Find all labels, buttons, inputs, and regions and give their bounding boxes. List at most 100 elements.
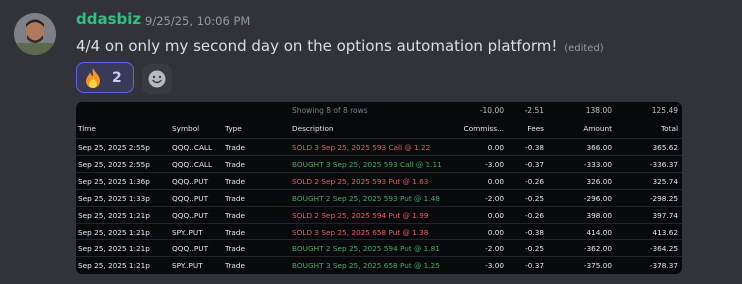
cell-type: Trade: [225, 210, 245, 220]
cell-total: -298.25: [649, 193, 678, 203]
total-amount: 138.00: [585, 106, 612, 115]
cell-total: 413.62: [652, 227, 678, 237]
col-total[interactable]: Total: [661, 124, 678, 133]
totals-row: Showing 8 of 8 rows -10.00 -2.51 138.00 …: [76, 106, 682, 118]
cell-fees: -0.37: [525, 159, 544, 169]
cell-total: -336.37: [649, 159, 678, 169]
cell-fees: -0.25: [525, 193, 544, 203]
message-content: 4/4 on only my second day on the options…: [76, 37, 558, 55]
cell-total: -378.37: [649, 261, 678, 271]
avatar[interactable]: [14, 13, 56, 55]
col-time[interactable]: Time: [78, 124, 96, 133]
col-fees[interactable]: Fees: [527, 124, 544, 133]
trade-history-screenshot[interactable]: Showing 8 of 8 rows -10.00 -2.51 138.00 …: [76, 102, 682, 274]
cell-description: SOLD 2 Sep 25, 2025 593 Put @ 1.63: [292, 176, 429, 186]
cell-type: Trade: [225, 143, 245, 152]
table-row[interactable]: Sep 25, 2025 2:55p QQQ..CALL Trade SOLD 3 S…: [76, 138, 682, 156]
cell-commission: -2.00: [485, 244, 504, 254]
total-fees: -2.51: [524, 106, 544, 115]
reaction-count: 2: [112, 69, 122, 86]
cell-amount: -333.00: [583, 159, 612, 169]
cell-time: Sep 25, 2025 2:55p: [78, 159, 150, 169]
cell-type: Trade: [225, 193, 245, 203]
cell-symbol: QQQ..PUT: [172, 193, 209, 203]
cell-total: 365.62: [652, 143, 678, 152]
fire-reaction-button[interactable]: 2: [76, 62, 134, 93]
cell-commission: 0.00: [487, 227, 504, 237]
table-header: Time Symbol Type Description Commiss... …: [76, 120, 682, 137]
cell-description: SOLD 3 Sep 25, 2025 658 Put @ 1.38: [292, 227, 429, 237]
cell-total: -364.25: [649, 244, 678, 254]
col-description[interactable]: Description: [292, 124, 334, 133]
cell-amount: 398.00: [586, 210, 612, 220]
cell-symbol: QQQ..CALL: [172, 143, 213, 152]
cell-time: Sep 25, 2025 2:55p: [78, 143, 150, 152]
cell-amount: -375.00: [583, 261, 612, 271]
cell-commission: -3.00: [485, 159, 504, 169]
row-count-label: Showing 8 of 8 rows: [292, 106, 368, 115]
cell-time: Sep 25, 2025 1:33p: [78, 193, 150, 203]
cell-total: 325.74: [652, 176, 678, 186]
smiley-icon: [148, 70, 166, 88]
cell-commission: 0.00: [487, 210, 504, 220]
timestamp: 9/25/25, 10:06 PM: [145, 14, 251, 28]
cell-commission: -2.00: [485, 193, 504, 203]
cell-type: Trade: [225, 159, 245, 169]
total-commission: -10.00: [479, 106, 504, 115]
cell-amount: 326.00: [586, 176, 612, 186]
cell-amount: 414.00: [586, 227, 612, 237]
cell-description: BOUGHT 3 Sep 25, 2025 593 Call @ 1.11: [292, 159, 442, 169]
cell-symbol: SPY..PUT: [172, 261, 203, 271]
cell-commission: -3.00: [485, 261, 504, 271]
cell-fees: -0.37: [525, 261, 544, 271]
cell-type: Trade: [225, 261, 245, 271]
cell-fees: -0.26: [525, 210, 544, 220]
total-total: 125.49: [651, 106, 678, 115]
cell-fees: -0.38: [525, 143, 544, 152]
cell-amount: -362.00: [583, 244, 612, 254]
col-amount[interactable]: Amount: [583, 124, 612, 133]
cell-fees: -0.26: [525, 176, 544, 186]
cell-description: SOLD 3 Sep 25, 2025 593 Call @ 1.22: [292, 143, 431, 152]
cell-description: BOUGHT 2 Sep 25, 2025 594 Put @ 1.81: [292, 244, 440, 254]
cell-commission: 0.00: [487, 176, 504, 186]
table-row[interactable]: Sep 25, 2025 1:21p SPY..PUT Trade SOLD 3 Se…: [76, 222, 682, 241]
col-commission[interactable]: Commiss...: [464, 124, 504, 133]
cell-type: Trade: [225, 244, 245, 254]
table-row[interactable]: Sep 25, 2025 1:36p QQQ..PUT Trade SOLD 2 Se…: [76, 171, 682, 190]
table-row[interactable]: Sep 25, 2025 1:33p QQQ..PUT Trade BOUGHT 2 …: [76, 188, 682, 207]
cell-symbol: QQQ..CALL: [172, 159, 213, 169]
cell-time: Sep 25, 2025 1:21p: [78, 210, 150, 220]
cell-type: Trade: [225, 176, 245, 186]
cell-commission: 0.00: [487, 143, 504, 152]
table-row[interactable]: Sep 25, 2025 1:21p QQQ..PUT Trade SOLD 2 Se…: [76, 205, 682, 224]
cell-time: Sep 25, 2025 1:36p: [78, 176, 150, 186]
add-reaction-button[interactable]: [142, 64, 172, 94]
cell-description: BOUGHT 3 Sep 25, 2025 658 Put @ 1.25: [292, 261, 440, 271]
cell-time: Sep 25, 2025 1:21p: [78, 261, 150, 271]
avatar-image: [14, 13, 56, 55]
edited-label: (edited): [564, 43, 604, 54]
cell-symbol: QQQ..PUT: [172, 244, 209, 254]
username[interactable]: ddasbiz: [76, 10, 141, 28]
fire-icon: [86, 67, 100, 88]
cell-time: Sep 25, 2025 1:21p: [78, 227, 150, 237]
cell-symbol: SPY..PUT: [172, 227, 203, 237]
cell-total: 397.74: [652, 210, 678, 220]
cell-fees: -0.25: [525, 244, 544, 254]
cell-description: SOLD 2 Sep 25, 2025 594 Put @ 1.99: [292, 210, 429, 220]
cell-amount: -296.00: [583, 193, 612, 203]
message-text: 4/4 on only my second day on the options…: [76, 37, 604, 55]
cell-type: Trade: [225, 227, 245, 237]
cell-time: Sep 25, 2025 1:21p: [78, 244, 150, 254]
cell-symbol: QQQ..PUT: [172, 176, 209, 186]
table-row[interactable]: Sep 25, 2025 1:21p SPY..PUT Trade BOUGHT 3 …: [76, 256, 682, 274]
cell-description: BOUGHT 2 Sep 25, 2025 593 Put @ 1.48: [292, 193, 440, 203]
table-row[interactable]: Sep 25, 2025 1:21p QQQ..PUT Trade BOUGHT 2 …: [76, 239, 682, 257]
col-type[interactable]: Type: [225, 124, 242, 133]
cell-symbol: QQQ..PUT: [172, 210, 209, 220]
table-row[interactable]: Sep 25, 2025 2:55p QQQ..CALL Trade BOUGHT 3…: [76, 154, 682, 173]
cell-amount: 366.00: [586, 143, 612, 152]
col-symbol[interactable]: Symbol: [172, 124, 199, 133]
cell-fees: -0.38: [525, 227, 544, 237]
